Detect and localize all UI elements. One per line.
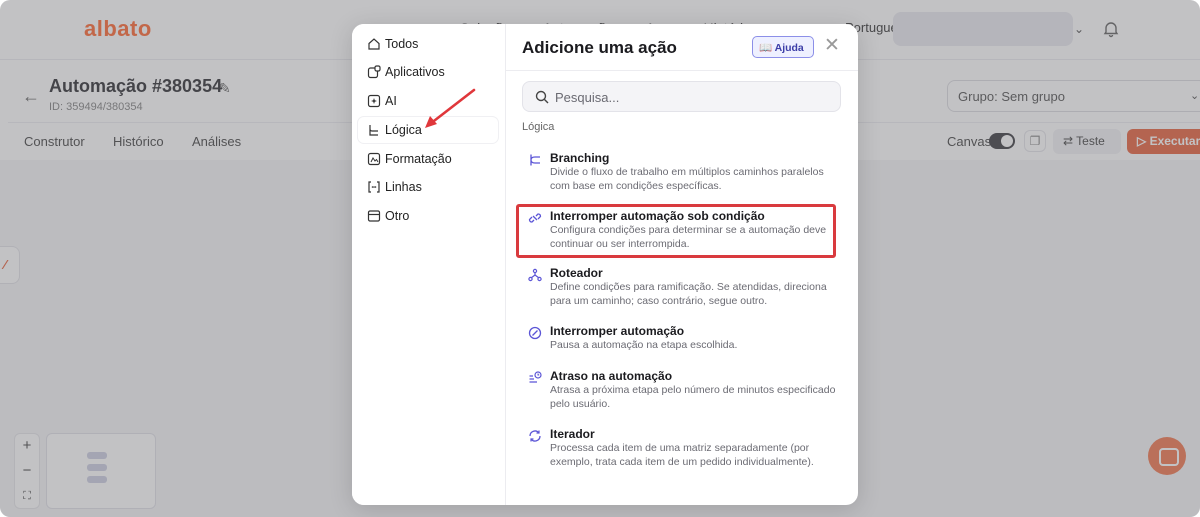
- action-item-router[interactable]: Roteador Define condições para ramificaç…: [520, 266, 840, 307]
- format-icon: [367, 152, 381, 166]
- category-label: AI: [385, 94, 397, 108]
- section-label: Lógica: [522, 121, 555, 133]
- box-icon: [367, 210, 381, 222]
- action-item-iterator[interactable]: Iterador Processa cada item de uma matri…: [520, 427, 840, 468]
- action-item-branching[interactable]: Branching Divide o fluxo de trabalho em …: [520, 151, 840, 192]
- action-title: Interromper automação: [550, 324, 685, 338]
- category-label: Linhas: [385, 180, 422, 194]
- category-label: Otro: [385, 209, 410, 223]
- action-title: Iterador: [550, 427, 595, 441]
- action-item-delay[interactable]: Atraso na automação Atrasa a próxima eta…: [520, 369, 840, 410]
- divider: [506, 70, 858, 71]
- ai-sparkle-icon: [367, 94, 381, 108]
- branch-icon: [530, 154, 540, 166]
- category-label: Lógica: [385, 123, 422, 137]
- category-other[interactable]: Otro: [358, 203, 498, 229]
- action-list-panel: Adicione uma ação 📖 Ajuda ✕ Lógica Branc…: [506, 24, 858, 505]
- app-window: albato Soluções Automações Apps Históric…: [0, 0, 1200, 517]
- router-icon: [528, 268, 542, 282]
- action-description: Define condições para ramificação. Se at…: [550, 281, 827, 307]
- stop-circle-icon: [528, 326, 542, 340]
- category-label: Formatação: [385, 152, 452, 166]
- help-button[interactable]: 📖 Ajuda: [752, 36, 814, 58]
- action-item-stop[interactable]: Interromper automação Pausa a automação …: [520, 324, 840, 354]
- action-description: Processa cada item de uma matriz separad…: [550, 442, 814, 468]
- category-lines[interactable]: Linhas: [358, 174, 498, 200]
- search-icon: [535, 90, 549, 104]
- loop-icon: [529, 430, 541, 442]
- apps-icon: [367, 65, 381, 79]
- modal-title: Adicione uma ação: [522, 38, 677, 57]
- action-description: Atrasa a próxima etapa pelo número de mi…: [550, 384, 836, 410]
- brackets-icon: [368, 181, 380, 193]
- category-apps[interactable]: Aplicativos: [358, 59, 498, 85]
- home-icon: [368, 38, 380, 50]
- action-description: Pausa a automação na etapa escolhida.: [550, 339, 738, 351]
- category-all[interactable]: Todos: [358, 31, 498, 57]
- category-formatting[interactable]: Formatação: [358, 146, 498, 172]
- search-input[interactable]: [555, 88, 825, 106]
- category-label: Aplicativos: [385, 65, 445, 79]
- close-icon[interactable]: ✕: [824, 34, 840, 57]
- annotation-arrow-icon: [425, 88, 476, 128]
- book-icon: 📖: [759, 42, 773, 54]
- category-label: Todos: [385, 37, 419, 51]
- action-title: Roteador: [550, 266, 603, 280]
- help-button-label: Ajuda: [774, 42, 804, 54]
- delay-clock-icon: [529, 371, 542, 383]
- action-title: Atraso na automação: [550, 369, 673, 383]
- action-title: Branching: [550, 151, 610, 165]
- action-description: Divide o fluxo de trabalho em múltiplos …: [550, 166, 824, 192]
- logic-branch-icon: [369, 125, 378, 136]
- highlight-annotation-box: [516, 204, 836, 258]
- search-box: [522, 81, 841, 112]
